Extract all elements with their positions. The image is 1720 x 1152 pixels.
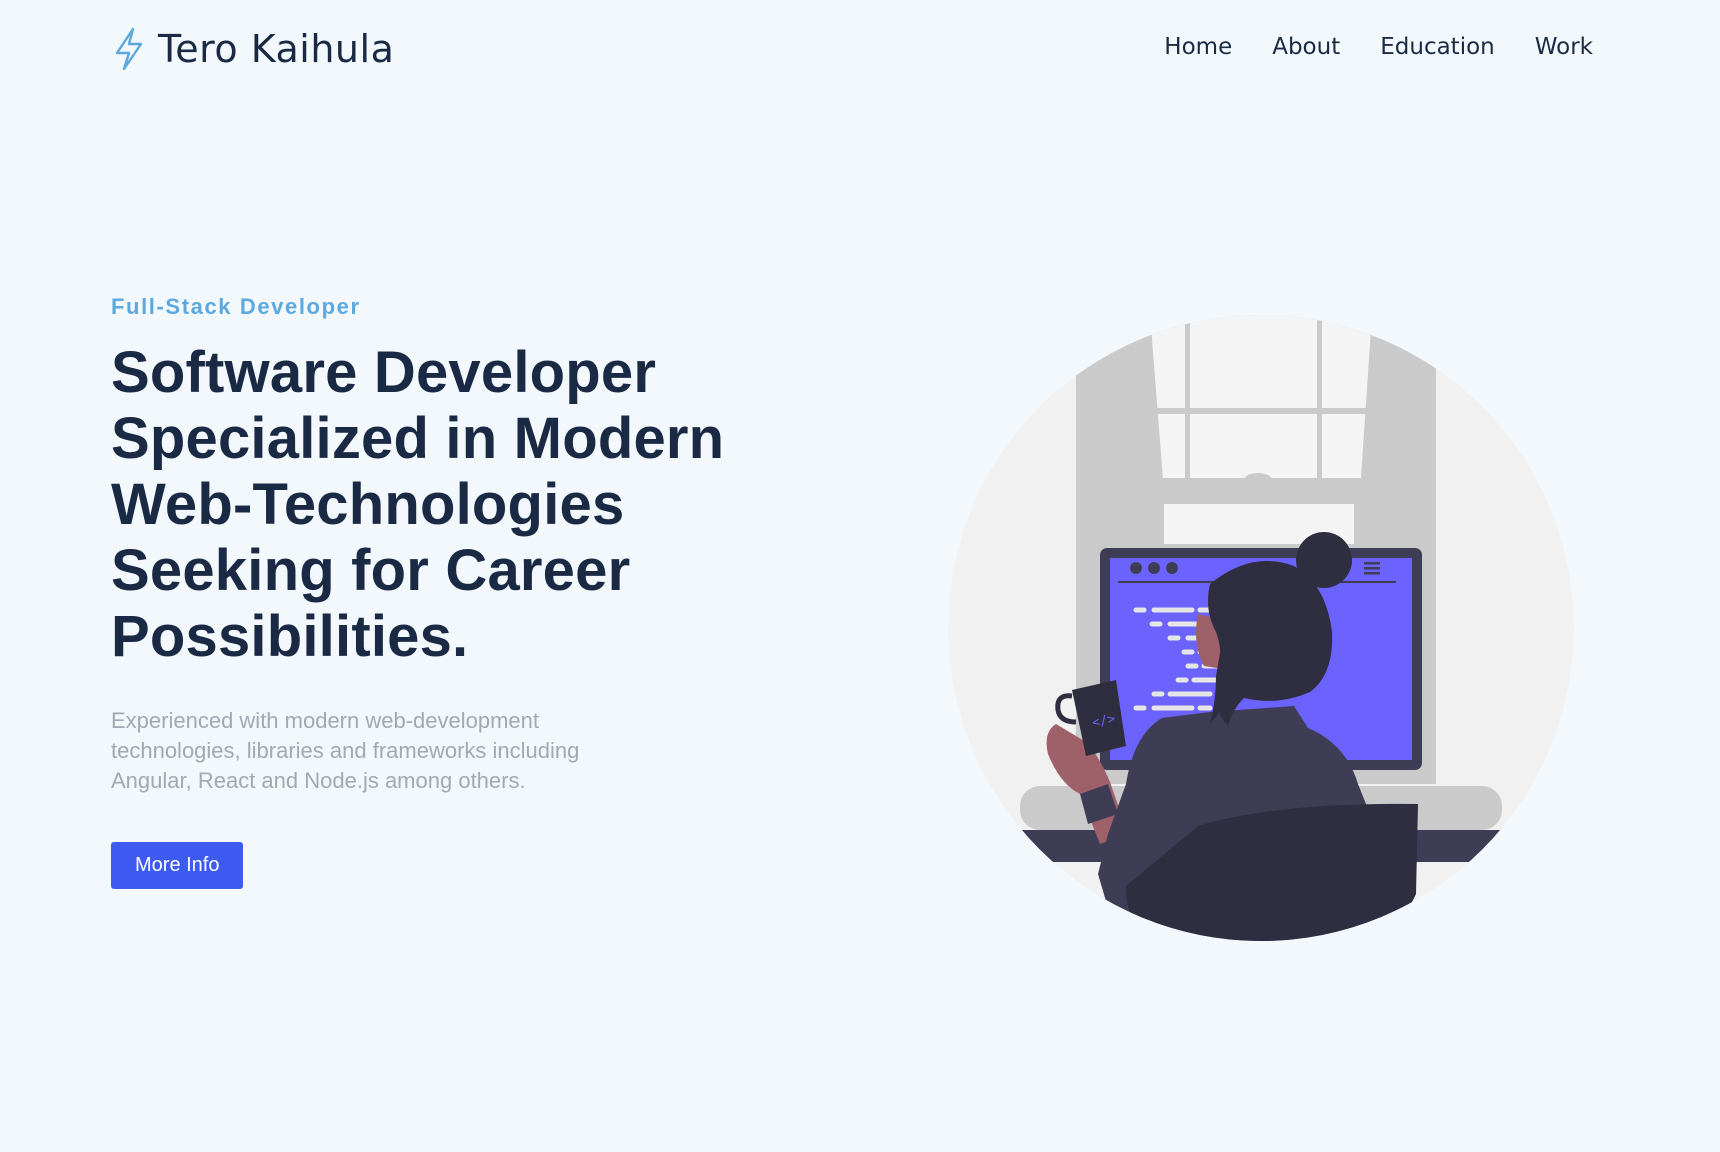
hero-section: Full-Stack Developer Software Developer … [111,294,831,889]
headline-line: Specialized in Modern [111,406,725,471]
more-info-button[interactable]: More Info [111,842,244,889]
nav-home[interactable]: Home [1164,34,1232,60]
main-nav: Home About Education Work [1164,34,1593,60]
lightning-bolt-icon [115,27,143,71]
hero-eyebrow: Full-Stack Developer [111,294,361,319]
developer-at-computer-illustration: </> [948,315,1574,941]
site-header: Tero Kaihula Home About Education Work [0,0,1720,100]
headline-line: Software Developer [111,340,657,405]
hero-headline: Software Developer Specialized in Modern… [111,340,831,670]
page: Tero Kaihula Home About Education Work F… [0,0,1720,1152]
headline-line: Seeking for Career [111,538,631,603]
nav-about[interactable]: About [1272,34,1340,60]
hero-description: Experienced with modern web-development … [111,708,580,793]
brand-link[interactable]: Tero Kaihula [112,26,394,72]
nav-work[interactable]: Work [1535,34,1593,60]
headline-line: Web-Technologies [111,472,625,537]
brand-name: Tero Kaihula [158,27,395,71]
headline-line: Possibilities. [111,604,469,669]
nav-education[interactable]: Education [1380,34,1495,60]
